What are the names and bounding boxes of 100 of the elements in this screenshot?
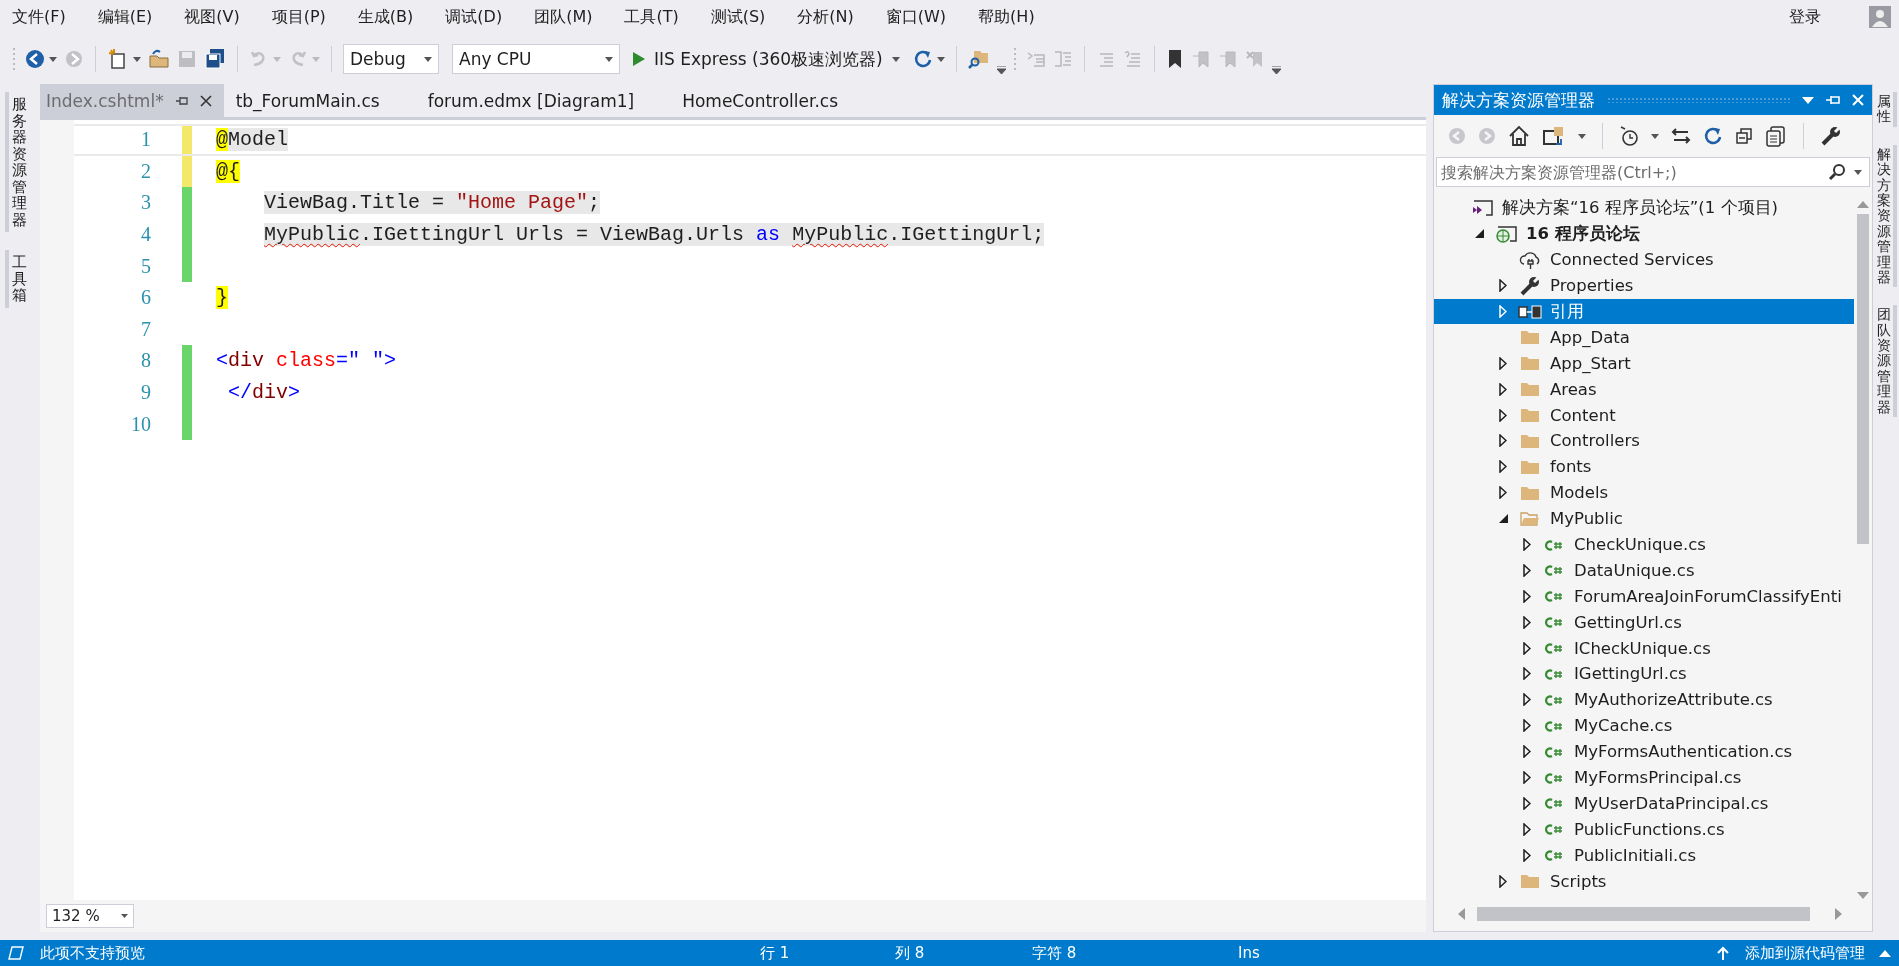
menu-item[interactable]: 窗口(W)	[885, 6, 947, 28]
menu-item[interactable]: 项目(P)	[271, 6, 326, 28]
overflow-icon[interactable]	[1271, 66, 1281, 74]
tree-item[interactable]: App_Data	[1434, 324, 1854, 351]
tree-item[interactable]: 16 程序员论坛	[1434, 220, 1854, 247]
menu-item[interactable]: 编辑(E)	[97, 6, 153, 28]
menu-item[interactable]: 测试(S)	[710, 6, 766, 28]
expand-arrow-icon[interactable]	[1523, 693, 1531, 707]
scroll-up-icon[interactable]	[1857, 201, 1869, 208]
expand-arrow-icon[interactable]	[1499, 279, 1507, 293]
side-panel-tab[interactable]: 团队资源管理器	[1875, 305, 1897, 418]
collapse-arrow-icon[interactable]	[1474, 229, 1484, 239]
dropdown-caret-icon[interactable]	[1651, 133, 1659, 139]
expand-arrow-icon[interactable]	[1523, 719, 1531, 733]
menu-item[interactable]: 帮助(H)	[978, 6, 1035, 28]
overflow-icon[interactable]	[996, 66, 1006, 74]
menu-item[interactable]: 调试(D)	[445, 6, 503, 28]
menu-item[interactable]: 工具(T)	[624, 6, 679, 28]
refresh-icon[interactable]	[912, 49, 933, 69]
expand-arrow-icon[interactable]	[1499, 356, 1507, 370]
expand-arrow-icon[interactable]	[1523, 848, 1531, 862]
tree-item[interactable]: ICheckUnique.cs	[1434, 635, 1854, 662]
expand-arrow-icon[interactable]	[1499, 460, 1507, 474]
back-icon[interactable]	[25, 49, 45, 69]
expand-arrow-icon[interactable]	[1523, 822, 1531, 836]
caret-up-icon[interactable]	[1879, 949, 1891, 957]
expand-arrow-icon[interactable]	[1523, 641, 1531, 655]
side-panel-tab[interactable]: 工具箱	[4, 250, 30, 308]
sign-in-link[interactable]: 登录	[1789, 6, 1821, 28]
upload-arrow-icon[interactable]	[1717, 946, 1729, 960]
tree-item[interactable]: Scripts	[1434, 868, 1854, 895]
tree-item[interactable]: GettingUrl.cs	[1434, 609, 1854, 636]
swap-arrows-icon[interactable]	[1671, 126, 1691, 146]
refresh-icon[interactable]	[1703, 126, 1723, 146]
pending-changes-icon[interactable]	[1619, 125, 1639, 147]
dropdown-caret-icon[interactable]	[936, 56, 945, 62]
expand-arrow-icon[interactable]	[1499, 382, 1507, 396]
side-panel-tab[interactable]: 解决方案资源管理器	[1875, 144, 1897, 288]
expand-arrow-icon[interactable]	[1523, 667, 1531, 681]
expand-arrow-icon[interactable]	[1499, 434, 1507, 448]
open-folder-icon[interactable]	[148, 48, 170, 70]
save-all-icon[interactable]	[204, 48, 226, 70]
add-to-source-control-button[interactable]: 添加到源代码管理	[1745, 943, 1865, 963]
tree-item[interactable]: Areas	[1434, 376, 1854, 403]
side-panel-tab[interactable]: 服务器资源管理器	[4, 92, 30, 232]
side-panel-tab[interactable]: 属性	[1875, 92, 1897, 127]
scroll-down-icon[interactable]	[1857, 892, 1869, 899]
close-icon[interactable]	[199, 94, 212, 107]
toolbar-grip[interactable]	[12, 46, 18, 72]
search-field[interactable]: 搜索解决方案资源管理器(Ctrl+;)	[1436, 157, 1870, 187]
wrench-icon[interactable]	[1820, 125, 1842, 147]
home-icon[interactable]	[1508, 125, 1530, 147]
expand-arrow-icon[interactable]	[1523, 563, 1531, 577]
expand-arrow-icon[interactable]	[1523, 615, 1531, 629]
tree-item[interactable]: DataUnique.cs	[1434, 557, 1854, 584]
menu-item[interactable]: 生成(B)	[357, 6, 414, 28]
show-all-files-icon[interactable]	[1765, 125, 1787, 147]
document-tab[interactable]: forum.edmx [Diagram1]	[421, 84, 647, 117]
document-tab[interactable]: HomeController.cs	[676, 84, 851, 117]
tree-item[interactable]: CheckUnique.cs	[1434, 531, 1854, 558]
expand-arrow-icon[interactable]	[1499, 408, 1507, 422]
collapse-all-icon[interactable]	[1735, 127, 1753, 145]
pin-icon[interactable]	[175, 95, 188, 106]
menu-item[interactable]: 团队(M)	[534, 6, 593, 28]
sync-view-icon[interactable]	[1542, 125, 1566, 147]
tree-item[interactable]: PublicInitiali.cs	[1434, 842, 1854, 869]
tree-item[interactable]: PublicFunctions.cs	[1434, 816, 1854, 843]
tree-item[interactable]: ForumAreaJoinForumClassifyEnti	[1434, 583, 1854, 610]
run-button[interactable]: IIS Express (360极速浏览器)	[627, 44, 906, 74]
dropdown-caret-icon[interactable]	[1854, 170, 1862, 175]
tree-item[interactable]: App_Start	[1434, 350, 1854, 377]
configuration-dropdown[interactable]: Debug	[343, 44, 439, 74]
dropdown-caret-icon[interactable]	[133, 56, 141, 62]
expand-arrow-icon[interactable]	[1499, 874, 1507, 888]
tree-item[interactable]: 解决方案“16 程序员论坛”(1 个项目)	[1434, 195, 1854, 221]
menu-item[interactable]: 视图(V)	[184, 6, 240, 28]
menu-item[interactable]: 分析(N)	[797, 6, 854, 28]
find-in-files-icon[interactable]	[967, 48, 990, 70]
expand-arrow-icon[interactable]	[1523, 538, 1531, 551]
scroll-left-icon[interactable]	[1458, 908, 1465, 920]
tree-item[interactable]: IGettingUrl.cs	[1434, 661, 1854, 687]
menu-item[interactable]: 文件(F)	[12, 6, 66, 28]
tree-item[interactable]: MyFormsAuthentication.cs	[1434, 738, 1854, 765]
zoom-dropdown[interactable]: 132 %	[46, 904, 134, 928]
tree-item[interactable]: Connected Services	[1434, 246, 1854, 273]
expand-arrow-icon[interactable]	[1523, 745, 1531, 759]
tree-item[interactable]: Properties	[1434, 272, 1854, 299]
expand-arrow-icon[interactable]	[1523, 771, 1531, 785]
tree-item[interactable]: MyAuthorizeAttribute.cs	[1434, 686, 1854, 713]
tree-item[interactable]: MyUserDataPrincipal.cs	[1434, 790, 1854, 817]
toolbar-grip[interactable]	[1012, 46, 1019, 72]
expand-arrow-icon[interactable]	[1523, 796, 1531, 810]
document-tab[interactable]: tb_ForumMain.cs	[229, 84, 392, 117]
dropdown-caret-icon[interactable]	[1578, 133, 1586, 139]
expand-arrow-icon[interactable]	[1499, 486, 1507, 500]
tree-item[interactable]: Models	[1434, 479, 1854, 506]
tree-item[interactable]: fonts	[1434, 453, 1854, 480]
dropdown-caret-icon[interactable]	[1802, 96, 1814, 104]
search-icon[interactable]	[1828, 163, 1846, 181]
tree-item[interactable]: MyPublic	[1434, 505, 1854, 532]
